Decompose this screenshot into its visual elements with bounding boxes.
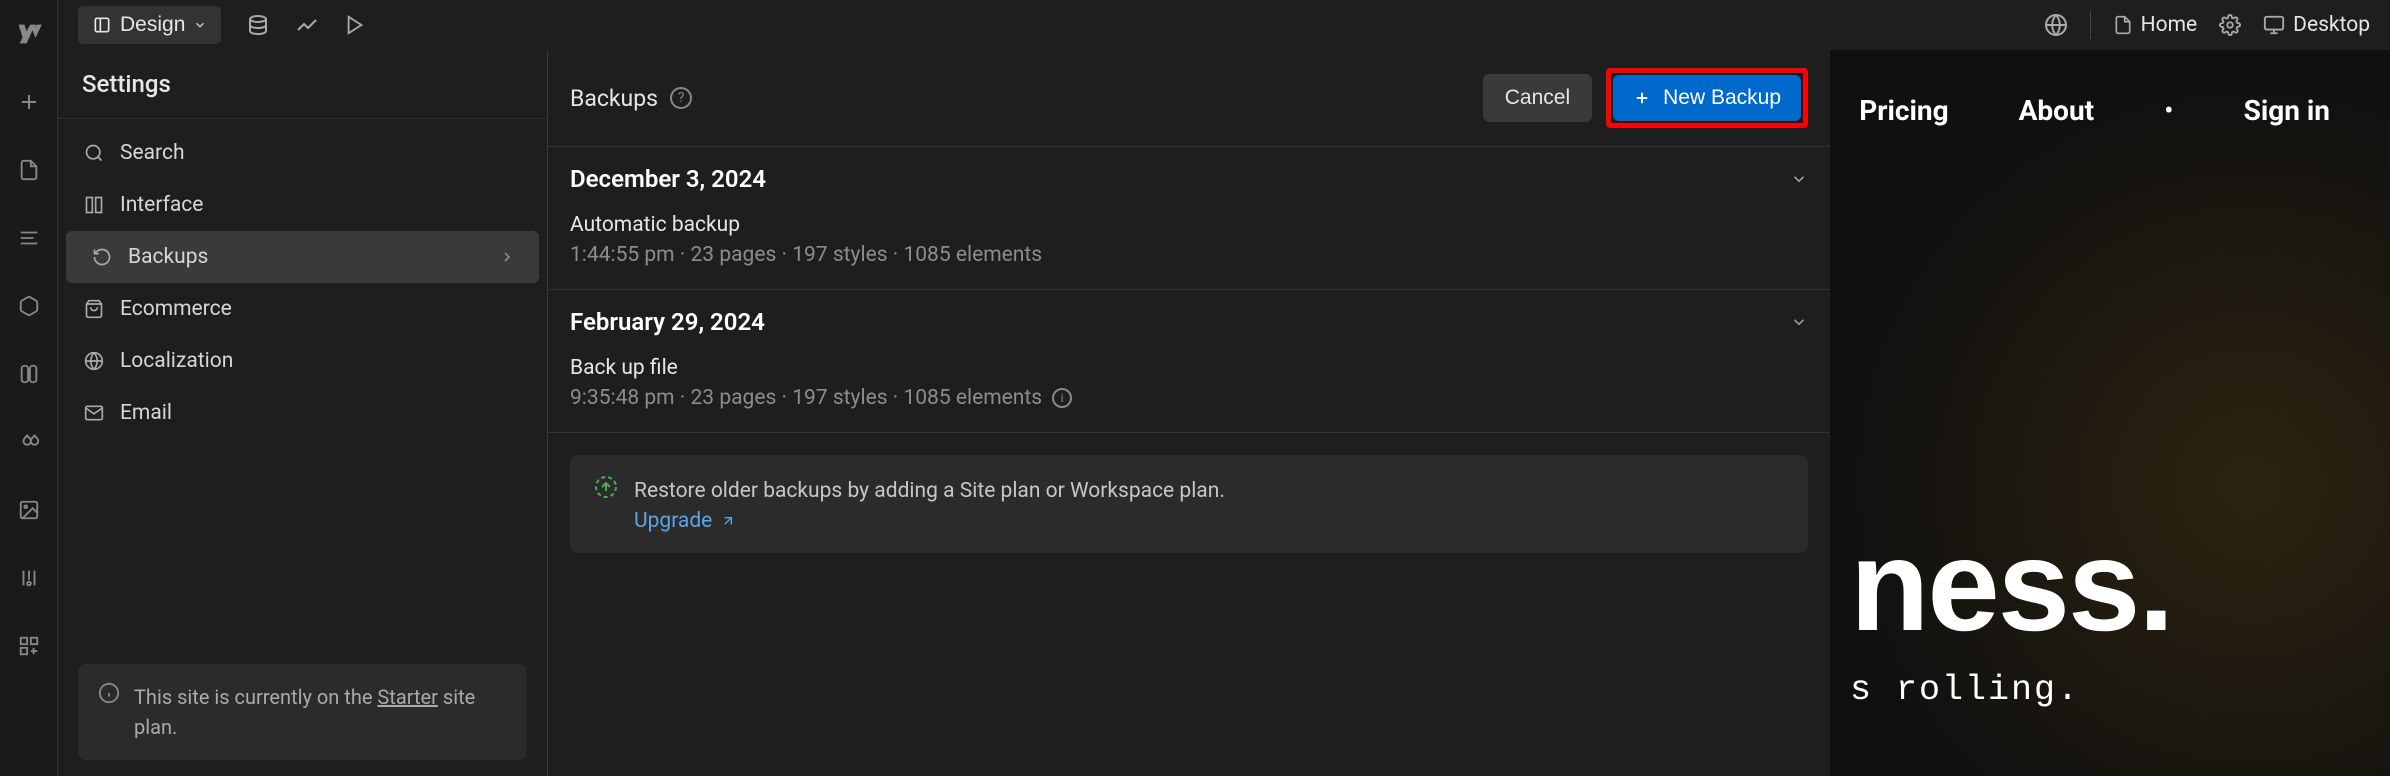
mail-icon — [82, 401, 106, 425]
cms-top-icon[interactable] — [246, 13, 270, 37]
cms-icon[interactable] — [15, 564, 43, 592]
plan-link[interactable]: Starter — [377, 685, 438, 709]
chevron-right-icon — [499, 249, 515, 265]
plan-notice: This site is currently on the Starter si… — [78, 664, 527, 760]
components-icon[interactable] — [15, 292, 43, 320]
apps-icon[interactable] — [15, 632, 43, 660]
backup-group[interactable]: February 29, 2024 Back up file 9:35:48 p… — [548, 290, 1830, 433]
nav-dot: • — [2164, 94, 2173, 127]
settings-item-search[interactable]: Search — [58, 127, 547, 179]
settings-item-label: Interface — [120, 193, 203, 217]
backup-name: Automatic backup — [570, 213, 1808, 237]
settings-item-label: Email — [120, 401, 172, 425]
nav-link-pricing[interactable]: Pricing — [1859, 94, 1948, 127]
settings-item-label: Ecommerce — [120, 297, 232, 321]
desktop-label: Desktop — [2293, 13, 2370, 37]
assets-icon[interactable] — [15, 496, 43, 524]
settings-item-ecommerce[interactable]: Ecommerce — [58, 283, 547, 335]
design-mode-label: Design — [120, 13, 185, 37]
settings-item-email[interactable]: Email — [58, 387, 547, 439]
content: Settings Search Interface Backups E — [58, 50, 2390, 776]
backup-icon — [90, 245, 114, 269]
backup-date: February 29, 2024 — [570, 308, 1808, 336]
site-nav: Pricing About • Sign in — [1859, 94, 2330, 127]
upgrade-box: Restore older backups by adding a Site p… — [570, 455, 1808, 553]
chevron-down-icon[interactable] — [1790, 313, 1808, 331]
settings-item-label: Localization — [120, 349, 233, 373]
home-link[interactable]: Home — [2113, 13, 2198, 37]
add-icon[interactable] — [15, 88, 43, 116]
desktop-breakpoint[interactable]: Desktop — [2263, 13, 2370, 37]
backup-group[interactable]: December 3, 2024 Automatic backup 1:44:5… — [548, 147, 1830, 290]
globe-icon[interactable] — [2044, 13, 2068, 37]
info-icon — [98, 682, 120, 742]
backups-actions: Cancel New Backup — [1483, 68, 1808, 128]
topbar-left: Design — [78, 6, 366, 44]
backup-meta: 1:44:55 pm · 23 pages · 197 styles · 108… — [570, 243, 1808, 267]
cart-icon — [82, 297, 106, 321]
plan-notice-text: This site is currently on the Starter si… — [134, 682, 507, 742]
gear-icon[interactable] — [2219, 14, 2241, 36]
nav-link-signin[interactable]: Sign in — [2244, 94, 2330, 127]
main: Design Home — [58, 0, 2390, 776]
backup-date: December 3, 2024 — [570, 165, 1808, 193]
nav-link-about[interactable]: About — [2019, 94, 2095, 127]
left-rail — [0, 0, 58, 776]
settings-item-label: Search — [120, 141, 185, 165]
backups-panel: Backups ? Cancel New Backup December 3, … — [548, 50, 1830, 776]
divider — [2090, 11, 2091, 39]
settings-item-backups[interactable]: Backups — [66, 231, 539, 283]
settings-item-localization[interactable]: Localization — [58, 335, 547, 387]
backups-header: Backups ? Cancel New Backup — [548, 50, 1830, 147]
page-icon[interactable] — [15, 156, 43, 184]
design-mode-button[interactable]: Design — [78, 6, 221, 44]
hero-text: ness. s rolling. — [1850, 520, 2370, 710]
chevron-down-icon[interactable] — [1790, 170, 1808, 188]
new-backup-button[interactable]: New Backup — [1613, 75, 1801, 121]
styles-icon[interactable] — [15, 428, 43, 456]
backups-title: Backups ? — [570, 85, 692, 112]
webflow-logo-icon[interactable] — [15, 20, 43, 48]
backup-meta: 9:35:48 pm · 23 pages · 197 styles · 108… — [570, 386, 1808, 410]
analytics-icon[interactable] — [295, 13, 319, 37]
info-icon[interactable]: i — [1052, 388, 1072, 408]
hero-heading: ness. — [1850, 520, 2370, 650]
highlight-annotation: New Backup — [1606, 68, 1808, 128]
upgrade-text: Restore older backups by adding a Site p… — [634, 475, 1225, 509]
settings-item-interface[interactable]: Interface — [58, 179, 547, 231]
settings-list: Search Interface Backups Ecommerce — [58, 119, 547, 648]
settings-title: Settings — [58, 50, 547, 119]
navigator-icon[interactable] — [15, 224, 43, 252]
cancel-button[interactable]: Cancel — [1483, 74, 1592, 122]
globe-icon — [82, 349, 106, 373]
backup-name: Back up file — [570, 356, 1808, 380]
canvas-preview: Pricing About • Sign in ness. s rolling. — [1830, 50, 2390, 776]
variables-icon[interactable] — [15, 360, 43, 388]
settings-item-label: Backups — [128, 245, 208, 269]
home-label: Home — [2141, 13, 2198, 37]
search-icon — [82, 141, 106, 165]
hero-sub: s rolling. — [1850, 670, 2370, 710]
upgrade-link[interactable]: Upgrade — [634, 509, 736, 533]
settings-panel: Settings Search Interface Backups E — [58, 50, 548, 776]
play-icon[interactable] — [344, 14, 366, 36]
topbar-right: Home Desktop — [2044, 11, 2370, 39]
upgrade-content: Restore older backups by adding a Site p… — [634, 475, 1225, 533]
upgrade-icon — [594, 475, 618, 533]
new-backup-label: New Backup — [1663, 86, 1781, 110]
topbar: Design Home — [58, 0, 2390, 50]
help-icon[interactable]: ? — [670, 87, 692, 109]
interface-icon — [82, 193, 106, 217]
